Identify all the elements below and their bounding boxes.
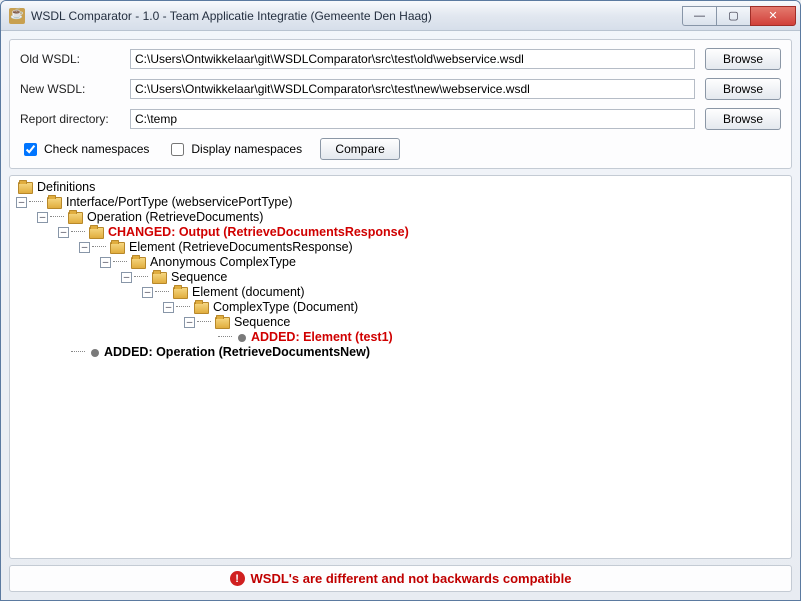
check-namespaces-checkbox[interactable] [24, 143, 37, 156]
tree-label: ADDED: Operation (RetrieveDocumentsNew) [104, 345, 370, 360]
new-wsdl-label: New WSDL: [20, 82, 120, 96]
expander-icon[interactable]: – [184, 317, 195, 328]
check-namespaces-text: Check namespaces [44, 142, 149, 156]
old-wsdl-input[interactable] [130, 49, 695, 69]
tree-node[interactable]: – Interface/PortType (webservicePortType… [16, 195, 785, 210]
tree-line [92, 246, 106, 247]
tree-line [113, 261, 127, 262]
display-namespaces-checkbox[interactable] [171, 143, 184, 156]
minimize-button[interactable]: — [682, 6, 716, 26]
tree-label: ADDED: Element (test1) [251, 330, 393, 345]
tree-line [155, 291, 169, 292]
expander-icon[interactable]: – [58, 227, 69, 238]
window: WSDL Comparator - 1.0 - Team Applicatie … [0, 0, 801, 601]
tree-node[interactable]: – Sequence [16, 270, 785, 285]
status-bar: ! WSDL's are different and not backwards… [9, 565, 792, 592]
folder-icon [110, 242, 125, 254]
content-area: Old WSDL: Browse New WSDL: Browse Report… [1, 31, 800, 600]
tree-panel[interactable]: Definitions – Interface/PortType (webser… [9, 175, 792, 559]
tree-label: Definitions [37, 180, 95, 195]
tree-node[interactable]: – Operation (RetrieveDocuments) [16, 210, 785, 225]
folder-icon [152, 272, 167, 284]
input-panel: Old WSDL: Browse New WSDL: Browse Report… [9, 39, 792, 169]
display-namespaces-label[interactable]: Display namespaces [167, 140, 302, 159]
folder-icon [194, 302, 209, 314]
tree-node-added[interactable]: ADDED: Element (test1) [16, 330, 785, 345]
titlebar[interactable]: WSDL Comparator - 1.0 - Team Applicatie … [1, 1, 800, 31]
old-wsdl-label: Old WSDL: [20, 52, 120, 66]
tree-line [29, 201, 43, 202]
tree-label: Element (document) [192, 285, 305, 300]
folder-icon [47, 197, 62, 209]
folder-icon [18, 182, 33, 194]
new-wsdl-input[interactable] [130, 79, 695, 99]
tree-label: Anonymous ComplexType [150, 255, 296, 270]
tree-line [50, 216, 64, 217]
folder-icon [131, 257, 146, 269]
tree-node[interactable]: – Element (document) [16, 285, 785, 300]
expander-icon[interactable]: – [16, 197, 27, 208]
folder-icon [173, 287, 188, 299]
tree-line [218, 336, 232, 337]
tree-line [71, 231, 85, 232]
maximize-button[interactable]: ▢ [716, 6, 750, 26]
report-dir-input[interactable] [130, 109, 695, 129]
leaf-icon [91, 349, 99, 357]
tree-label: Operation (RetrieveDocuments) [87, 210, 263, 225]
tree-line [134, 276, 148, 277]
java-app-icon [9, 8, 25, 24]
expander-icon [58, 347, 69, 358]
window-title: WSDL Comparator - 1.0 - Team Applicatie … [31, 9, 682, 23]
report-dir-label: Report directory: [20, 112, 120, 126]
browse-old-button[interactable]: Browse [705, 48, 781, 70]
display-namespaces-text: Display namespaces [191, 142, 302, 156]
close-button[interactable]: ✕ [750, 6, 796, 26]
browse-new-button[interactable]: Browse [705, 78, 781, 100]
tree-label: CHANGED: Output (RetrieveDocumentsRespon… [108, 225, 409, 240]
expander-icon [205, 332, 216, 343]
expander-icon[interactable]: – [121, 272, 132, 283]
expander-icon[interactable]: – [79, 242, 90, 253]
expander-icon[interactable]: – [142, 287, 153, 298]
tree-label: Element (RetrieveDocumentsResponse) [129, 240, 353, 255]
tree-node[interactable]: – ComplexType (Document) [16, 300, 785, 315]
check-namespaces-label[interactable]: Check namespaces [20, 140, 149, 159]
tree-label: Interface/PortType (webservicePortType) [66, 195, 292, 210]
compare-button[interactable]: Compare [320, 138, 400, 160]
tree-label: Sequence [171, 270, 227, 285]
tree-node[interactable]: – Anonymous ComplexType [16, 255, 785, 270]
expander-icon[interactable]: – [100, 257, 111, 268]
window-buttons: — ▢ ✕ [682, 6, 796, 26]
tree-node[interactable]: – Sequence [16, 315, 785, 330]
tree-node-definitions[interactable]: Definitions [16, 180, 785, 195]
folder-icon [68, 212, 83, 224]
browse-report-button[interactable]: Browse [705, 108, 781, 130]
leaf-icon [238, 334, 246, 342]
expander-icon[interactable]: – [163, 302, 174, 313]
folder-icon [89, 227, 104, 239]
tree-label: ComplexType (Document) [213, 300, 358, 315]
tree-line [176, 306, 190, 307]
tree-node-added-op[interactable]: ADDED: Operation (RetrieveDocumentsNew) [16, 345, 785, 360]
tree-node-changed[interactable]: – CHANGED: Output (RetrieveDocumentsResp… [16, 225, 785, 240]
tree-label: Sequence [234, 315, 290, 330]
error-icon: ! [230, 571, 245, 586]
tree-node[interactable]: – Element (RetrieveDocumentsResponse) [16, 240, 785, 255]
status-message: WSDL's are different and not backwards c… [251, 571, 572, 586]
expander-icon[interactable]: – [37, 212, 48, 223]
tree-line [71, 351, 85, 352]
folder-icon [215, 317, 230, 329]
tree-line [197, 321, 211, 322]
